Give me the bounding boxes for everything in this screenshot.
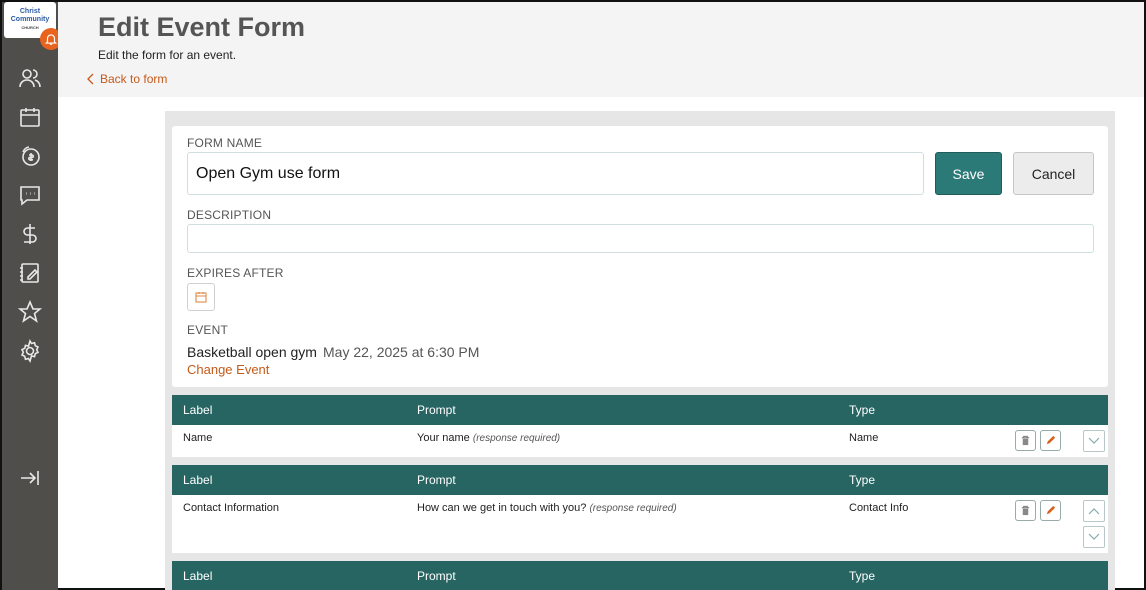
delete-button[interactable] bbox=[1015, 430, 1036, 451]
expires-after-label: EXPIRES AFTER bbox=[187, 266, 284, 280]
edit-button[interactable] bbox=[1040, 500, 1061, 521]
field-type: Name bbox=[849, 432, 879, 444]
prompt-text: Your name bbox=[417, 432, 470, 444]
event-date: May 22, 2025 at 6:30 PM bbox=[323, 344, 480, 360]
column-type: Type bbox=[849, 473, 876, 487]
field-prompt: How can we get in touch with you? (respo… bbox=[417, 502, 677, 514]
column-label: Label bbox=[183, 569, 213, 583]
back-link-label: Back to form bbox=[100, 72, 168, 86]
pencil-icon bbox=[1046, 435, 1056, 445]
trash-icon bbox=[1021, 505, 1030, 516]
star-icon[interactable] bbox=[16, 298, 44, 326]
logo-text: CHURCH bbox=[21, 25, 39, 30]
column-prompt: Prompt bbox=[417, 403, 456, 417]
form-field-card: Label Prompt Type bbox=[172, 561, 1108, 590]
column-type: Type bbox=[849, 569, 876, 583]
calendar-icon bbox=[195, 292, 207, 303]
field-header: Label Prompt Type bbox=[172, 465, 1108, 495]
gear-icon[interactable] bbox=[16, 337, 44, 365]
move-up-button[interactable] bbox=[1083, 500, 1105, 522]
trash-icon bbox=[1021, 435, 1030, 446]
form-name-label: FORM NAME bbox=[187, 136, 263, 150]
back-to-form-link[interactable]: Back to form bbox=[86, 72, 167, 86]
field-label: Name bbox=[183, 432, 213, 444]
prompt-text: How can we get in touch with you? bbox=[417, 502, 587, 514]
dollar-icon[interactable] bbox=[16, 220, 44, 248]
column-prompt: Prompt bbox=[417, 569, 456, 583]
form-details-card: FORM NAME Save Cancel DESCRIPTION EXPIRE… bbox=[172, 126, 1108, 387]
form-field-card: Label Prompt Type Contact Information Ho… bbox=[172, 465, 1108, 553]
giving-icon[interactable] bbox=[16, 142, 44, 170]
description-input[interactable] bbox=[187, 224, 1094, 253]
change-event-link[interactable]: Change Event bbox=[187, 362, 269, 377]
chat-icon[interactable] bbox=[16, 181, 44, 209]
required-note: (response required) bbox=[472, 433, 561, 444]
people-icon[interactable] bbox=[16, 64, 44, 92]
column-label: Label bbox=[183, 403, 213, 417]
chevron-down-icon bbox=[1088, 533, 1100, 540]
column-prompt: Prompt bbox=[417, 473, 456, 487]
chevron-down-icon bbox=[1088, 437, 1100, 444]
pencil-icon bbox=[1046, 505, 1056, 515]
column-label: Label bbox=[183, 473, 213, 487]
cancel-button[interactable]: Cancel bbox=[1013, 152, 1094, 195]
page-subtitle: Edit the form for an event. bbox=[98, 48, 237, 62]
edit-button[interactable] bbox=[1040, 430, 1061, 451]
form-field-card: Label Prompt Type Name Your name (respon… bbox=[172, 395, 1108, 457]
page-title: Edit Event Form bbox=[98, 12, 306, 42]
save-button[interactable]: Save bbox=[935, 152, 1002, 195]
sidebar: Christ Community CHURCH bbox=[2, 2, 62, 590]
logo-text: Community bbox=[10, 16, 50, 23]
required-note: (response required) bbox=[589, 503, 677, 514]
form-name-input[interactable] bbox=[187, 152, 924, 195]
collapse-icon[interactable] bbox=[16, 464, 44, 492]
field-header: Label Prompt Type bbox=[172, 561, 1108, 590]
field-label: Contact Information bbox=[183, 502, 279, 514]
event-label: EVENT bbox=[187, 323, 229, 337]
field-type: Contact Info bbox=[849, 502, 909, 514]
column-type: Type bbox=[849, 403, 876, 417]
chevron-up-icon bbox=[1088, 508, 1100, 515]
field-header: Label Prompt Type bbox=[172, 395, 1108, 425]
move-down-button[interactable] bbox=[1083, 526, 1105, 548]
form-editor: FORM NAME Save Cancel DESCRIPTION EXPIRE… bbox=[165, 111, 1115, 590]
date-picker-button[interactable] bbox=[187, 283, 215, 311]
field-prompt: Your name (response required) bbox=[417, 432, 560, 444]
notebook-icon[interactable] bbox=[16, 259, 44, 287]
page-header: Edit Event Form Edit the form for an eve… bbox=[58, 2, 1144, 97]
chevron-left-icon bbox=[87, 73, 94, 85]
description-label: DESCRIPTION bbox=[187, 208, 272, 222]
logo-text: Christ bbox=[19, 8, 41, 15]
delete-button[interactable] bbox=[1015, 500, 1036, 521]
event-name: Basketball open gym bbox=[187, 344, 317, 360]
move-down-button[interactable] bbox=[1083, 430, 1105, 452]
calendar-icon[interactable] bbox=[16, 103, 44, 131]
